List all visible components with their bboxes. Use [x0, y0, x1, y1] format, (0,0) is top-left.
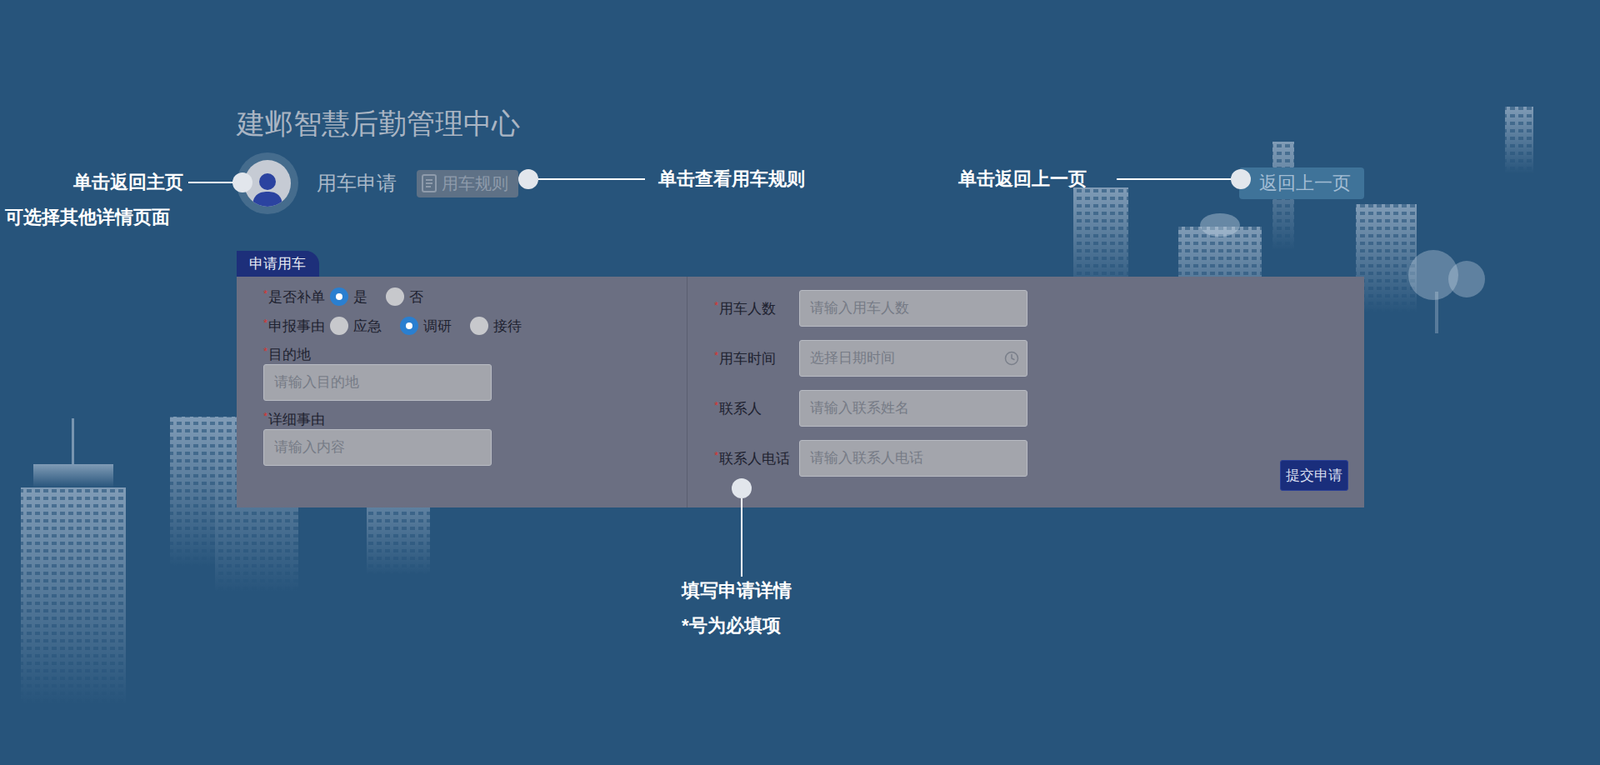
annotation-dot — [1230, 169, 1251, 190]
radio-option[interactable]: 否 — [385, 287, 424, 307]
radio-button[interactable] — [400, 316, 419, 335]
annotation-dot — [731, 478, 752, 499]
annotation-line — [740, 498, 743, 577]
text-input[interactable] — [263, 429, 492, 466]
input-field: *联系人电话 — [714, 440, 1028, 477]
form-panel: *是否补单是否 *申报事由应急调研接待 *目的地 *详细事由 *用车人数 *用车时间 *联系… — [236, 276, 1365, 508]
back-button[interactable]: 返回上一页 — [1239, 167, 1365, 200]
radio-button[interactable] — [385, 287, 405, 306]
radio-option[interactable]: 应急 — [330, 316, 382, 336]
annotation-dot — [232, 172, 253, 193]
annotation-text: 填写申请详情*号为必填项 — [681, 579, 792, 638]
field-label: *联系人电话 — [714, 449, 800, 469]
building-icon — [20, 487, 126, 705]
radio-button[interactable] — [470, 316, 489, 335]
rules-button[interactable]: 用车规则 — [416, 170, 519, 198]
annotation-line — [538, 178, 645, 180]
required-mark: * — [714, 299, 719, 312]
building-icon — [1355, 204, 1417, 313]
required-mark: * — [263, 345, 268, 358]
left-column: *是否补单是否 *申报事由应急调研接待 *目的地 *详细事由 — [236, 276, 688, 508]
text-input[interactable] — [799, 440, 1028, 477]
input-field: *联系人 — [714, 390, 1028, 427]
right-column: *用车人数 *用车时间 *联系人 *联系人电话提交申请 — [687, 276, 1365, 508]
annotation-line — [1116, 178, 1231, 180]
field-label: *用车人数 — [714, 299, 800, 319]
input-field: *详细事由 — [263, 410, 687, 466]
field-label: *联系人 — [714, 399, 800, 419]
required-mark: * — [263, 316, 268, 330]
field-label: *用车时间 — [714, 349, 800, 369]
field-label: *是否补单 — [263, 287, 325, 307]
radio-option[interactable]: 接待 — [470, 316, 522, 336]
annotation-text: 单击返回主页可选择其他详情页面 — [5, 170, 184, 230]
radio-field: *是否补单是否 — [263, 285, 687, 309]
required-mark: * — [263, 287, 268, 300]
required-mark: * — [714, 449, 719, 462]
datetime-input[interactable] — [799, 340, 1028, 377]
app-title: 建邺智慧后勤管理中心 — [236, 106, 1365, 140]
field-label: *目的地 — [263, 345, 687, 365]
annotation-dot — [518, 169, 539, 190]
required-mark: * — [263, 410, 268, 423]
building-icon — [1505, 106, 1534, 174]
text-input[interactable] — [799, 390, 1028, 427]
page-title: 用车申请 — [316, 170, 397, 197]
annotation-text: 单击查看用车规则 — [658, 167, 805, 191]
input-field: *用车时间 — [714, 340, 1028, 377]
text-input[interactable] — [799, 290, 1028, 327]
annotation-text: 单击返回上一页 — [958, 167, 1087, 191]
app-page: 建邺智慧后勤管理中心用车申请用车规则 返回上一页申请用车 *是否补单是否 *申报事由应… — [0, 0, 1600, 765]
user-icon — [250, 170, 285, 207]
radio-field: *申报事由应急调研接待 — [263, 314, 687, 338]
field-label: *申报事由 — [263, 316, 325, 336]
required-mark: * — [714, 399, 719, 412]
annotation-line — [188, 181, 235, 184]
clock-icon — [1004, 350, 1020, 366]
input-field: *目的地 — [263, 345, 687, 401]
form-tab[interactable]: 申请用车 — [236, 250, 320, 277]
document-icon — [421, 174, 437, 193]
main-content: 建邺智慧后勤管理中心用车申请用车规则 返回上一页申请用车 *是否补单是否 *申报事由应… — [0, 0, 1365, 508]
field-label: *详细事由 — [263, 410, 687, 430]
submit-button[interactable]: 提交申请 — [1280, 460, 1349, 491]
radio-button[interactable] — [330, 316, 349, 335]
building-icon — [170, 416, 215, 567]
radio-option[interactable]: 是 — [330, 287, 368, 307]
radio-button[interactable] — [330, 287, 349, 306]
required-mark: * — [714, 349, 719, 362]
input-field: *用车人数 — [714, 290, 1028, 327]
text-input[interactable] — [263, 364, 492, 401]
radio-option[interactable]: 调研 — [400, 316, 452, 336]
